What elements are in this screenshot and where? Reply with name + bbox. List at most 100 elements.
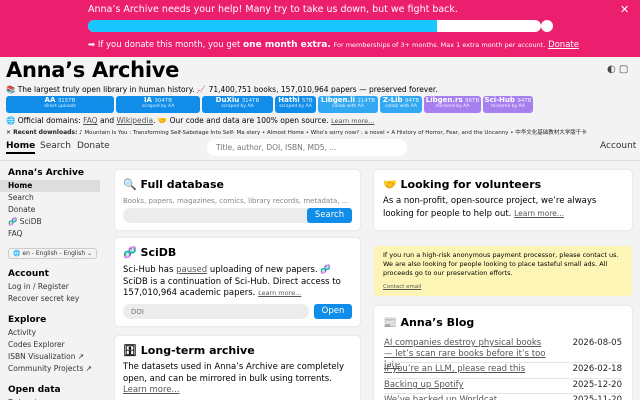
learn-more-link[interactable]: Learn more... [331,117,374,125]
blog-divider [384,393,622,394]
search-input[interactable] [207,139,407,156]
close-icon[interactable]: ✕ [620,3,629,16]
sidebar-item-donate[interactable]: Donate [0,204,108,216]
sidebar-item-log-in-register[interactable]: Log in / Register [0,281,108,293]
sidebar-item-isbn-visualization[interactable]: ISBN Visualization ↗ [0,351,108,363]
site-title[interactable]: Anna’s Archive [6,58,179,82]
source-label: Libgen.li [320,96,355,104]
archive-learn-more[interactable]: Learn more... [123,385,180,395]
paused-link[interactable]: paused [176,265,207,275]
theme-toggle-icon[interactable]: ◐ ▢ [607,64,628,75]
source-sub: scraped by AA [279,103,312,109]
open-button[interactable]: Open [314,304,352,319]
source-z-lib[interactable]: Z-Lib 94TB collab with AA [380,96,422,113]
source-sci-hub[interactable]: Sci-Hub 94TB mirrored by AA [483,96,533,113]
source-sub: collab with AA [384,103,418,109]
blog-post-date: 2026-02-18 [572,364,622,374]
sidebar-heading: Anna’s Archive [8,168,84,178]
sidebar-heading: Account [8,269,49,279]
recent-downloads-list[interactable]: ♪ Mountain Is You : Transforming Self-Sa… [79,130,587,136]
scidb-card: 🧬 SciDB Sci-Hub has paused uploading of … [115,238,360,326]
sidebar-item-codes-explorer[interactable]: Codes Explorer [0,339,108,351]
search-button[interactable]: Search [307,208,352,223]
source-sub: direct uploads [44,103,76,109]
domains-and: and [99,116,115,125]
sidebar-item-home[interactable]: Home [0,180,100,192]
account-link[interactable]: Account [600,141,636,151]
source-sub: mirrored by AA [435,103,470,109]
full-database-card: 🔍 Full database Books, papers, magazines… [115,170,360,230]
donation-progress-bar [88,20,541,32]
volunteer-learn-more[interactable]: Learn more... [514,209,564,218]
banner-offer-text: ➡ If you donate this month, you get [88,40,241,50]
sidebar-item-faq[interactable]: FAQ [0,228,108,240]
blog-post-link[interactable]: If you’re an LLM, please read this [384,364,525,375]
scidb-learn-more[interactable]: Learn more... [258,289,301,297]
source-libgen-li[interactable]: Libgen.li 214TB collab with AA [318,96,378,113]
nav-divider [0,160,640,161]
source-label: Libgen.rs [425,96,463,104]
sidebar: Anna’s Archive Home Search Donate 🧬 SciDB FA… [0,168,108,400]
recent-downloads-label[interactable]: ✕ Recent downloads: [6,129,77,136]
notice-text: If you run a high-risk anonymous payment… [383,251,619,277]
source-ia[interactable]: IA 304TB scraped by AA [116,96,200,113]
tab-search[interactable]: Search [40,141,71,151]
source-bar: AA 315TB direct uploads IA 304TB scraped by… [6,96,634,113]
source-hathi[interactable]: Hathi 5TB scraped by AA [275,96,316,113]
faq-link[interactable]: FAQ [83,116,98,125]
source-libgen-rs[interactable]: Libgen.rs 86TB mirrored by AA [424,96,481,113]
blog-post-row: We’ve backed up Worldcat 2025-11-20 [384,395,622,400]
banner-message: Anna’s Archive needs your help! Many try… [88,4,458,15]
tab-donate[interactable]: Donate [77,141,110,151]
blog-divider [384,378,622,379]
archive-card: 🗄 Long-term archive The datasets used in… [115,336,360,400]
blog-post-date: 2026-08-05 [572,338,622,348]
donation-banner: Anna’s Archive needs your help! Many try… [0,0,640,57]
source-label: DuXiu [215,96,240,104]
banner-offer-bold: one month extra. [243,40,331,50]
language-select[interactable]: 🌐 en - English - English ⌄ [8,248,98,259]
recent-downloads: ✕ Recent downloads: ♪ Mountain Is You : … [6,128,587,136]
source-duxiu[interactable]: DuXiu 314TB scraped by AA [202,96,273,113]
archive-text: The datasets used in Anna’s Archive are … [123,362,345,384]
sidebar-heading: Open data [8,385,61,395]
scidb-description: Sci-Hub has paused uploading of new pape… [123,265,355,300]
source-sub: scraped by AA [141,103,175,109]
blog-post-link[interactable]: Backing up Spotify [384,380,464,391]
tab-home[interactable]: Home [6,141,36,154]
sidebar-item-community-projects[interactable]: Community Projects ↗ [0,363,108,375]
source-label: Sci-Hub [484,96,515,104]
contact-email-link[interactable]: Contact email [383,284,421,290]
scidb-title: 🧬 SciDB [123,246,177,259]
full-database-input[interactable] [123,208,318,223]
sidebar-heading: Explore [8,315,47,325]
blog-card: 📰 Anna’s Blog AI companies destroy physi… [374,306,632,400]
source-sub: scraped by AA [221,103,254,109]
source-aa[interactable]: AA 315TB direct uploads [6,96,114,113]
sidebar-item-recover-secret-key[interactable]: Recover secret key [0,293,108,305]
source-label: AA [44,96,56,104]
domains-label: 🌐 Official domains: [6,116,81,125]
source-sub: mirrored by AA [491,103,525,109]
donation-progress-fill [88,20,437,32]
blog-title: 📰 Anna’s Blog [383,316,475,329]
sidebar-item-activity[interactable]: Activity [0,327,108,339]
full-database-hint: Books, papers, magazines, comics, librar… [123,197,349,205]
archive-title: 🗄 Long-term archive [123,344,255,357]
volunteer-description: As a non-profit, open-source project, we… [383,196,627,220]
banner-donate-link[interactable]: Donate [548,40,579,50]
top-nav: Home Search Donate Account [0,137,640,159]
sidebar-item-scidb[interactable]: 🧬 SciDB [0,216,108,228]
doi-input[interactable] [123,304,309,319]
blog-post-row: AI companies destroy physical books — le… [384,338,622,370]
scidb-text: Sci-Hub has [123,265,174,275]
source-label: IA [143,96,152,104]
archive-description: The datasets used in Anna’s Archive are … [123,362,355,397]
tagline: 📚 The largest truly open library in huma… [6,85,438,94]
sidebar-item-search[interactable]: Search [0,192,108,204]
volunteer-text: As a non-profit, open-source project, we… [383,196,597,219]
wikipedia-link[interactable]: Wikipedia [117,116,154,125]
blog-post-link[interactable]: We’ve backed up Worldcat [384,395,497,400]
donation-progress-marker [541,20,553,32]
banner-offer-note: For memberships of 3+ months. Max 1 extr… [333,41,546,49]
